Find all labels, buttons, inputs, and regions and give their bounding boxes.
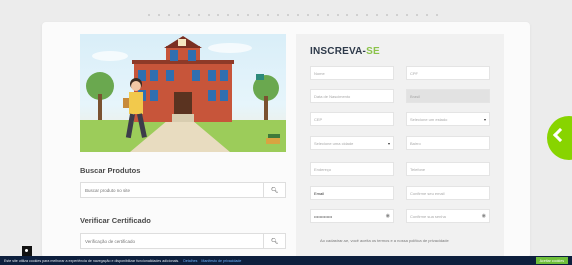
verificar-certificado-title: Verificar Certificado — [80, 216, 151, 225]
bairro-field[interactable]: Bairro — [406, 136, 490, 150]
telefone-field[interactable]: Telefone — [406, 162, 490, 176]
cidade-select[interactable]: Selecione uma cidade ▾ — [310, 136, 394, 150]
estado-select[interactable]: Selecione um estado ▾ — [406, 112, 490, 126]
product-search-button[interactable]: 🔍︎ — [263, 183, 285, 197]
side-toggle-button[interactable] — [547, 116, 572, 160]
certificate-search-input[interactable] — [81, 234, 263, 248]
terms-text: Ao cadastrar-se, você aceita os termos e… — [320, 238, 449, 243]
signup-form: INSCREVA-SE Nome CPF Data de Nascimento … — [296, 34, 504, 258]
endereco-field[interactable]: Endereço — [310, 162, 394, 176]
cep-field[interactable]: CEP — [310, 112, 394, 126]
product-search-input[interactable] — [81, 183, 263, 197]
nome-field[interactable]: Nome — [310, 66, 394, 80]
email-field[interactable]: Email — [310, 186, 394, 200]
cookie-text: Este site utiliza cookies para melhorar … — [4, 258, 180, 263]
chevron-down-icon: ▾ — [387, 140, 390, 146]
accept-cookies-button[interactable]: Aceitar cookies — [535, 257, 568, 264]
certificate-search-box: 🔍︎ — [80, 233, 286, 249]
school-illustration — [80, 34, 286, 152]
chevron-left-icon — [552, 127, 568, 143]
search-icon: 🔍︎ — [270, 238, 279, 245]
confirm-password-field[interactable]: Confirme sua senha ◉ — [406, 209, 490, 223]
buscar-produtos-title: Buscar Produtos — [80, 166, 141, 175]
country-field: Brasil — [406, 89, 490, 103]
nascimento-field[interactable]: Data de Nascimento — [310, 89, 394, 103]
cpf-field[interactable]: CPF — [406, 66, 490, 80]
privacy-manifest-link[interactable]: Manifesto de privacidade — [201, 259, 241, 263]
accessibility-icon[interactable] — [22, 246, 32, 256]
left-column — [80, 34, 288, 152]
eye-icon[interactable]: ◉ — [386, 213, 393, 219]
certificate-search-button[interactable]: 🔍︎ — [263, 234, 285, 248]
eye-icon[interactable]: ◉ — [482, 213, 489, 219]
chevron-down-icon: ▾ — [483, 116, 486, 122]
search-icon: 🔍︎ — [270, 187, 279, 194]
confirm-email-field[interactable]: Confirme seu email — [406, 186, 490, 200]
pagination-dots — [148, 14, 438, 18]
cookie-details-link[interactable]: Detalhes — [183, 259, 197, 263]
form-title: INSCREVA-SE — [310, 46, 380, 57]
cookie-banner: Este site utiliza cookies para melhorar … — [0, 256, 572, 265]
password-field[interactable]: ••••••••••••• ◉ — [310, 209, 394, 223]
product-search-box: 🔍︎ — [80, 182, 286, 198]
